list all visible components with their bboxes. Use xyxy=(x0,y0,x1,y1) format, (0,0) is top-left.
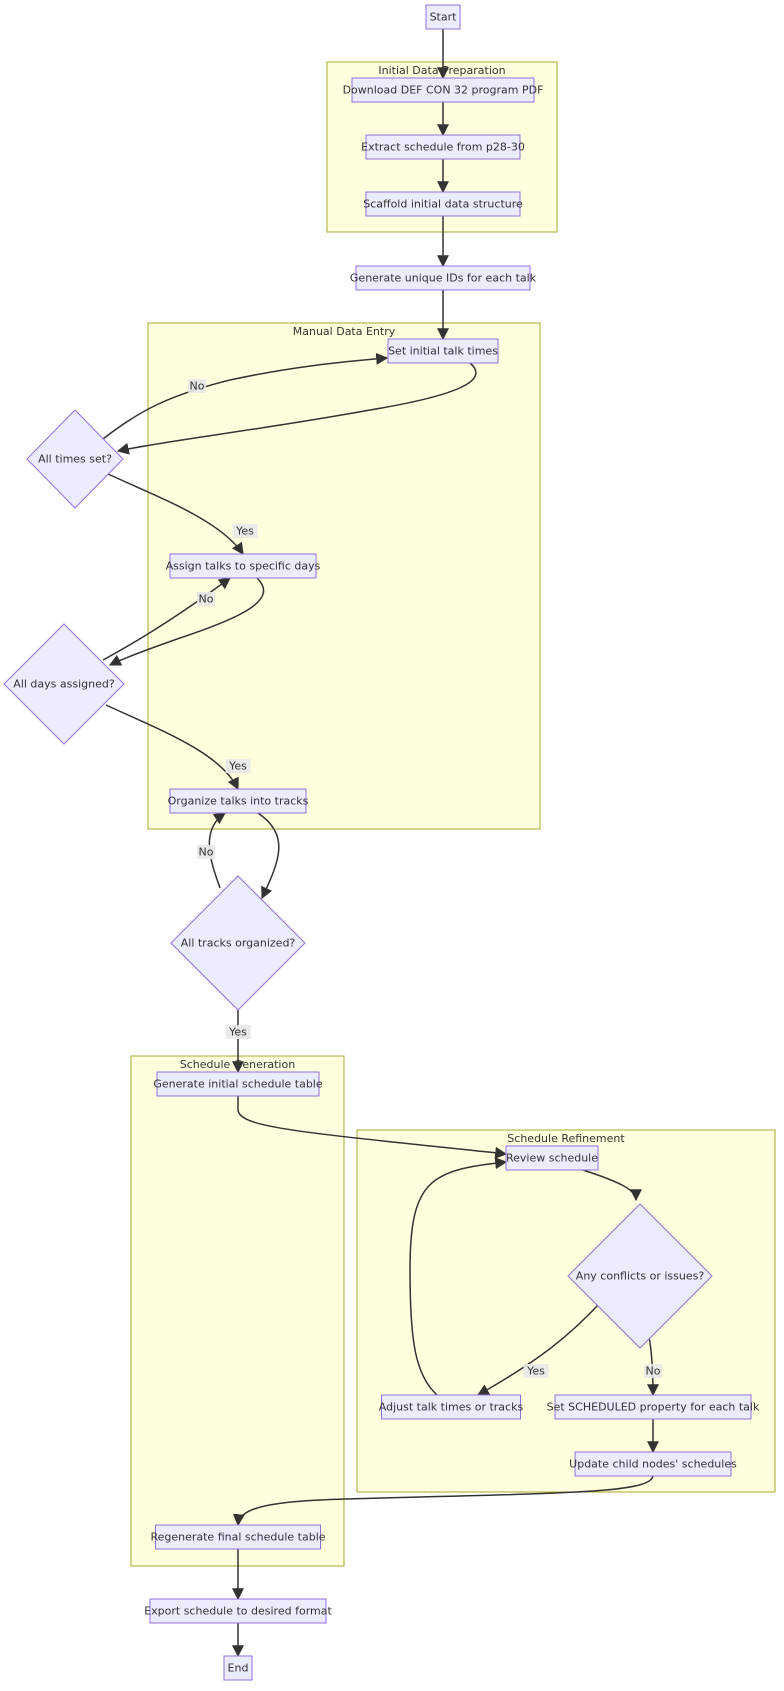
edge-label-text: No xyxy=(646,1365,661,1378)
node-adjust[interactable]: Adjust talk times or tracks xyxy=(379,1394,524,1420)
node-label: Generate initial schedule table xyxy=(153,1078,323,1091)
node-scaffold[interactable]: Scaffold initial data structure xyxy=(363,191,523,217)
node-extract[interactable]: Extract schedule from p28-30 xyxy=(361,134,525,160)
node-update[interactable]: Update child nodes' schedules xyxy=(569,1451,737,1477)
edge-label-no: No xyxy=(197,592,215,606)
node-label: Extract schedule from p28-30 xyxy=(361,141,525,154)
edge-label-text: Yes xyxy=(526,1365,545,1378)
node-label: All times set? xyxy=(38,453,112,466)
cluster-box xyxy=(356,1129,776,1493)
node-label: Assign talks to specific days xyxy=(166,560,321,573)
node-label: Export schedule to desired format xyxy=(144,1605,332,1618)
edge-label-no: No xyxy=(197,845,215,859)
edge-label-yes: Yes xyxy=(232,524,258,538)
node-label: Organize talks into tracks xyxy=(168,795,309,808)
edge-label-text: Yes xyxy=(235,525,254,538)
node-days[interactable]: Assign talks to specific days xyxy=(166,553,321,579)
node-label: All tracks organized? xyxy=(181,937,296,950)
cluster-label: Initial Data Preparation xyxy=(378,64,505,77)
cluster-refine: Schedule Refinement xyxy=(356,1129,776,1493)
node-review[interactable]: Review schedule xyxy=(505,1145,599,1171)
node-tracks[interactable]: Organize talks into tracks xyxy=(168,788,309,814)
node-download[interactable]: Download DEF CON 32 program PDF xyxy=(343,77,544,103)
node-end[interactable]: End xyxy=(223,1655,253,1681)
node-label: End xyxy=(228,1662,249,1675)
node-start[interactable]: Start xyxy=(425,4,461,30)
node-days_q[interactable]: All days assigned? xyxy=(3,623,125,745)
node-label: Any conflicts or issues? xyxy=(576,1270,705,1283)
node-label: Set SCHEDULED property for each talk xyxy=(547,1401,760,1414)
node-tracks_q[interactable]: All tracks organized? xyxy=(170,875,306,1011)
edge-label-text: No xyxy=(190,380,205,393)
node-label: Adjust talk times or tracks xyxy=(379,1401,524,1414)
edge-label-text: No xyxy=(199,593,214,606)
node-label: Download DEF CON 32 program PDF xyxy=(343,84,544,97)
flowchart-diagram: Initial Data Preparation Manual Data Entr… xyxy=(3,4,776,1681)
cluster-label: Manual Data Entry xyxy=(293,325,396,338)
edge-label-no: No xyxy=(644,1364,662,1378)
node-gentable[interactable]: Generate initial schedule table xyxy=(153,1071,323,1097)
node-label: Scaffold initial data structure xyxy=(363,198,523,211)
edge-label-no: No xyxy=(188,379,206,393)
node-label: Review schedule xyxy=(506,1152,598,1165)
edge-label-yes: Yes xyxy=(225,1025,251,1039)
node-setsched[interactable]: Set SCHEDULED property for each talk xyxy=(547,1394,760,1420)
node-label: All days assigned? xyxy=(13,678,115,691)
node-label: Regenerate final schedule table xyxy=(150,1531,325,1544)
cluster-label: Schedule Refinement xyxy=(507,1132,625,1145)
node-times[interactable]: Set initial talk times xyxy=(387,338,499,364)
node-label: Update child nodes' schedules xyxy=(569,1458,737,1471)
node-ids[interactable]: Generate unique IDs for each talk xyxy=(350,265,537,291)
edge-label-yes: Yes xyxy=(225,759,251,773)
edge-label-text: Yes xyxy=(228,1026,247,1039)
node-label: Set initial talk times xyxy=(388,345,498,358)
edge-label-text: No xyxy=(199,846,214,859)
node-regen[interactable]: Regenerate final schedule table xyxy=(150,1524,326,1550)
node-label: Start xyxy=(430,11,458,24)
node-export[interactable]: Export schedule to desired format xyxy=(144,1598,332,1624)
edge-label-text: Yes xyxy=(228,760,247,773)
node-label: Generate unique IDs for each talk xyxy=(350,272,537,285)
edge-label-yes: Yes xyxy=(523,1364,549,1378)
node-times_q[interactable]: All times set? xyxy=(26,409,124,509)
